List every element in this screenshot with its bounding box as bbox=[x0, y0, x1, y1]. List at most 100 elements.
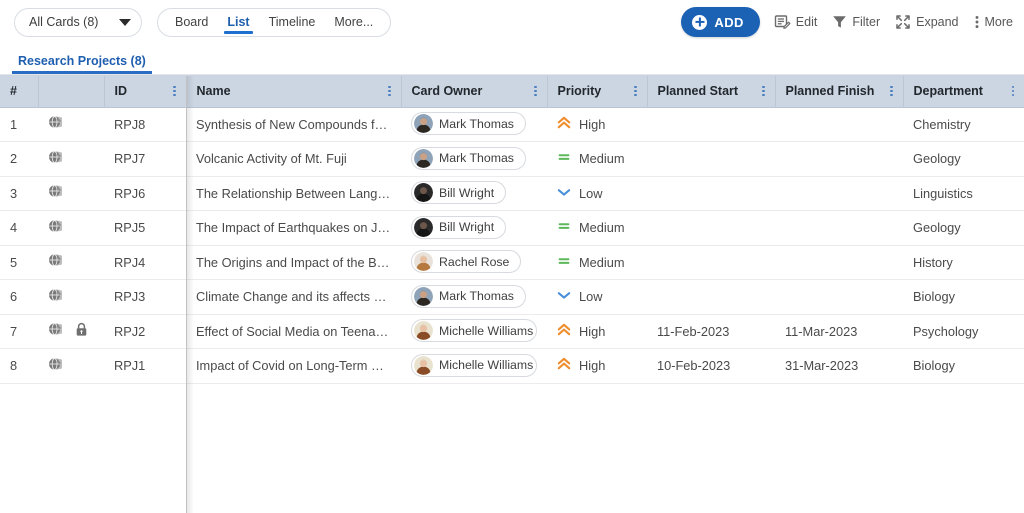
cell-card-owner[interactable]: Mark Thomas bbox=[401, 280, 547, 315]
column-header-planned-start[interactable]: Planned Start bbox=[647, 76, 775, 107]
sheet-tab-research-projects[interactable]: Research Projects (8) bbox=[12, 54, 152, 74]
more-button[interactable]: More bbox=[973, 11, 1014, 33]
filter-button[interactable]: Filter bbox=[831, 11, 881, 33]
cell-planned-finish[interactable] bbox=[775, 211, 903, 246]
column-menu-icon-department[interactable] bbox=[1008, 86, 1014, 96]
owner-chip[interactable]: Michelle Williams bbox=[411, 354, 537, 377]
tab-more[interactable]: More... bbox=[333, 12, 374, 32]
add-button[interactable]: ADD bbox=[681, 7, 759, 37]
owner-chip[interactable]: Michelle Williams bbox=[411, 319, 537, 342]
cell-name[interactable]: Climate Change and its affects on ag... bbox=[186, 280, 401, 315]
cell-name[interactable]: The Impact of Earthquakes on Japan... bbox=[186, 211, 401, 246]
cell-department[interactable]: Biology bbox=[903, 280, 1024, 315]
cell-card-owner[interactable]: Mark Thomas bbox=[401, 142, 547, 177]
column-header-priority[interactable]: Priority bbox=[547, 76, 647, 107]
cell-department[interactable]: Geology bbox=[903, 142, 1024, 177]
card-filter-dropdown[interactable]: All Cards (8) bbox=[14, 8, 142, 37]
table-row[interactable]: 2RPJ7Volcanic Activity of Mt. FujiMark T… bbox=[0, 142, 1024, 177]
cell-planned-start[interactable]: 10-Feb-2023 bbox=[647, 349, 775, 384]
column-menu-icon-planned-start[interactable] bbox=[758, 86, 764, 96]
cell-card-owner[interactable]: Bill Wright bbox=[401, 176, 547, 211]
globe-icon[interactable] bbox=[48, 357, 62, 375]
edit-button[interactable]: Edit bbox=[773, 11, 819, 34]
cell-planned-start[interactable] bbox=[647, 107, 775, 142]
table-row[interactable]: 3RPJ6The Relationship Between Language..… bbox=[0, 176, 1024, 211]
table-row[interactable]: 8RPJ1Impact of Covid on Long-Term Health… bbox=[0, 349, 1024, 384]
tab-timeline[interactable]: Timeline bbox=[268, 12, 317, 32]
cell-id[interactable]: RPJ8 bbox=[104, 107, 186, 142]
owner-chip[interactable]: Bill Wright bbox=[411, 216, 506, 239]
cell-name[interactable]: The Relationship Between Language... bbox=[186, 176, 401, 211]
cell-planned-start[interactable] bbox=[647, 142, 775, 177]
cell-id[interactable]: RPJ3 bbox=[104, 280, 186, 315]
cell-priority[interactable]: Low bbox=[547, 280, 647, 315]
cell-name[interactable]: Effect of Social Media on Teenagers bbox=[186, 314, 401, 349]
owner-chip[interactable]: Bill Wright bbox=[411, 181, 506, 204]
cell-department[interactable]: Psychology bbox=[903, 314, 1024, 349]
cell-planned-start[interactable] bbox=[647, 245, 775, 280]
column-header-icons[interactable] bbox=[38, 76, 104, 107]
lock-icon[interactable] bbox=[75, 322, 88, 340]
cell-id[interactable]: RPJ6 bbox=[104, 176, 186, 211]
globe-icon[interactable] bbox=[48, 322, 62, 340]
cell-planned-finish[interactable] bbox=[775, 245, 903, 280]
cell-name[interactable]: The Origins and Impact of the BLM ... bbox=[186, 245, 401, 280]
cell-planned-finish[interactable]: 31-Mar-2023 bbox=[775, 349, 903, 384]
column-header-card-owner[interactable]: Card Owner bbox=[401, 76, 547, 107]
globe-icon[interactable] bbox=[48, 253, 62, 271]
cell-priority[interactable]: Low bbox=[547, 176, 647, 211]
cell-department[interactable]: Geology bbox=[903, 211, 1024, 246]
cell-priority[interactable]: Medium bbox=[547, 245, 647, 280]
tab-list[interactable]: List bbox=[226, 12, 250, 32]
column-header-num[interactable]: # bbox=[0, 76, 38, 107]
cell-id[interactable]: RPJ5 bbox=[104, 211, 186, 246]
cell-card-owner[interactable]: Rachel Rose bbox=[401, 245, 547, 280]
cell-planned-finish[interactable] bbox=[775, 107, 903, 142]
column-menu-icon-name[interactable] bbox=[384, 86, 390, 96]
cell-priority[interactable]: High bbox=[547, 314, 647, 349]
cell-priority[interactable]: Medium bbox=[547, 211, 647, 246]
owner-chip[interactable]: Rachel Rose bbox=[411, 250, 521, 273]
cell-priority[interactable]: High bbox=[547, 349, 647, 384]
cell-name[interactable]: Impact of Covid on Long-Term Health bbox=[186, 349, 401, 384]
cell-planned-start[interactable] bbox=[647, 176, 775, 211]
cell-id[interactable]: RPJ1 bbox=[104, 349, 186, 384]
owner-chip[interactable]: Mark Thomas bbox=[411, 285, 526, 308]
table-row[interactable]: 1RPJ8Synthesis of New Compounds for P...… bbox=[0, 107, 1024, 142]
cell-planned-finish[interactable] bbox=[775, 280, 903, 315]
column-header-name[interactable]: Name bbox=[186, 76, 401, 107]
column-menu-icon-priority[interactable] bbox=[630, 86, 636, 96]
column-header-planned-finish[interactable]: Planned Finish bbox=[775, 76, 903, 107]
table-row[interactable]: 7RPJ2Effect of Social Media on Teenagers… bbox=[0, 314, 1024, 349]
owner-chip[interactable]: Mark Thomas bbox=[411, 147, 526, 170]
globe-icon[interactable] bbox=[48, 150, 62, 168]
globe-icon[interactable] bbox=[48, 184, 62, 202]
cell-planned-finish[interactable] bbox=[775, 142, 903, 177]
table-row[interactable]: 6RPJ3Climate Change and its affects on a… bbox=[0, 280, 1024, 315]
cell-planned-start[interactable]: 11-Feb-2023 bbox=[647, 314, 775, 349]
cell-planned-start[interactable] bbox=[647, 280, 775, 315]
cell-planned-start[interactable] bbox=[647, 211, 775, 246]
cell-planned-finish[interactable]: 11-Mar-2023 bbox=[775, 314, 903, 349]
cell-department[interactable]: Biology bbox=[903, 349, 1024, 384]
cell-department[interactable]: Chemistry bbox=[903, 107, 1024, 142]
cell-department[interactable]: Linguistics bbox=[903, 176, 1024, 211]
tab-board[interactable]: Board bbox=[174, 12, 209, 32]
cell-department[interactable]: History bbox=[903, 245, 1024, 280]
cell-planned-finish[interactable] bbox=[775, 176, 903, 211]
expand-button[interactable]: Expand bbox=[894, 11, 959, 33]
column-header-department[interactable]: Department bbox=[903, 76, 1024, 107]
globe-icon[interactable] bbox=[48, 219, 62, 237]
globe-icon[interactable] bbox=[48, 115, 62, 133]
table-row[interactable]: 5RPJ4The Origins and Impact of the BLM .… bbox=[0, 245, 1024, 280]
cell-card-owner[interactable]: Michelle Williams bbox=[401, 314, 547, 349]
cell-priority[interactable]: High bbox=[547, 107, 647, 142]
cell-id[interactable]: RPJ2 bbox=[104, 314, 186, 349]
cell-priority[interactable]: Medium bbox=[547, 142, 647, 177]
column-menu-icon-planned-finish[interactable] bbox=[886, 86, 892, 96]
column-menu-icon-id[interactable] bbox=[169, 86, 175, 96]
cell-id[interactable]: RPJ4 bbox=[104, 245, 186, 280]
owner-chip[interactable]: Mark Thomas bbox=[411, 112, 526, 135]
column-header-id[interactable]: ID bbox=[104, 76, 186, 107]
globe-icon[interactable] bbox=[48, 288, 62, 306]
